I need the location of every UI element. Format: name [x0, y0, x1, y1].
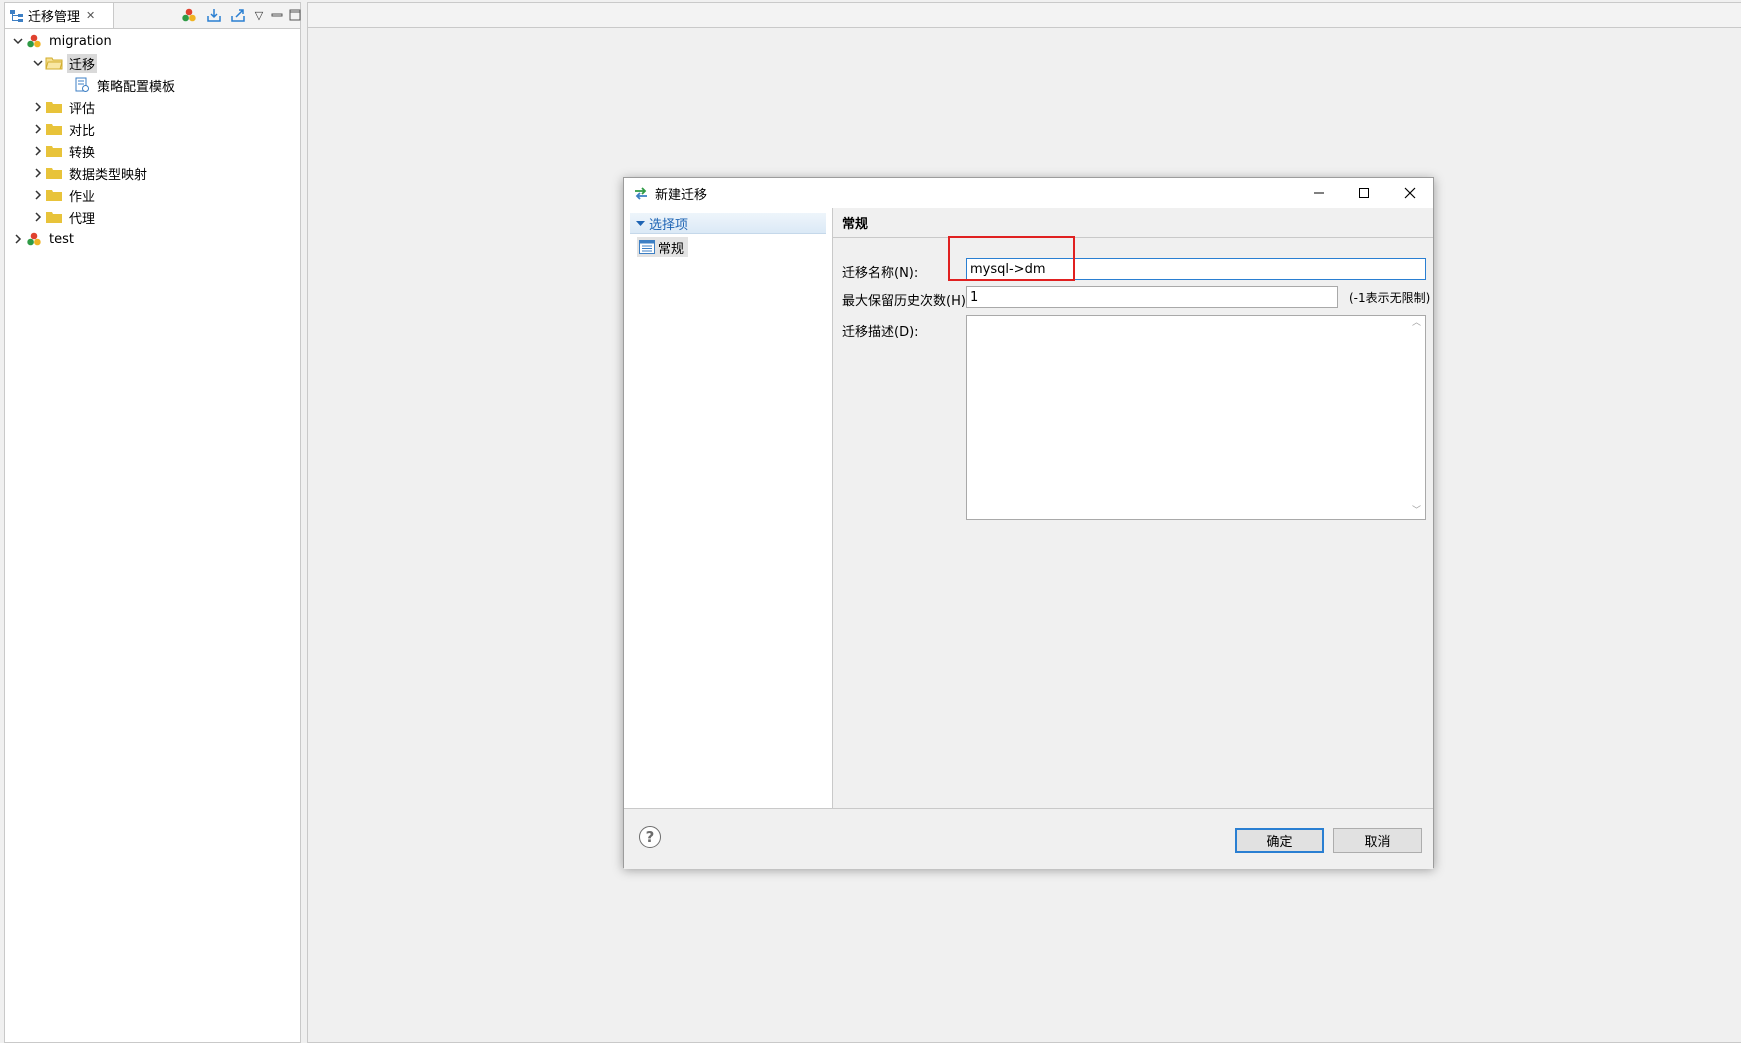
- chevron-down-icon[interactable]: [11, 34, 25, 48]
- tree-label: 迁移: [67, 53, 98, 73]
- new-migration-dialog: 新建迁移 选择项 常规 常规 迁移名称(N): mysql->dm 最大保留历史…: [623, 177, 1434, 869]
- chevron-right-icon[interactable]: [31, 100, 45, 114]
- maximize-icon[interactable]: [286, 6, 304, 24]
- migration-description-textarea[interactable]: [966, 315, 1426, 520]
- tree-node-convert[interactable]: 转换: [31, 141, 97, 161]
- view-tab[interactable]: 迁移管理 ✕: [5, 3, 114, 28]
- options-item-label: 常规: [658, 241, 685, 257]
- hierarchy-icon: [10, 9, 23, 22]
- options-item-general[interactable]: 常规: [637, 237, 689, 257]
- db-connection-icon: [25, 33, 43, 49]
- tree-label: 作业: [69, 189, 96, 205]
- property-sheet-icon: [639, 240, 655, 254]
- tree-label: test: [49, 231, 74, 247]
- window-close-button[interactable]: [1387, 178, 1433, 208]
- max-history-hint: (-1表示无限制): [1349, 291, 1431, 305]
- maximize-icon: [1359, 188, 1369, 198]
- view-toolbar: ▽: [175, 6, 301, 26]
- chevron-right-icon[interactable]: [11, 232, 25, 246]
- options-header-label: 选择项: [649, 217, 689, 233]
- tree-label: migration: [49, 33, 112, 49]
- tree-label: 对比: [69, 123, 96, 139]
- migration-description-label: 迁移描述(D):: [842, 325, 919, 340]
- tree-node-strategy-template[interactable]: 策略配置模板: [73, 75, 177, 95]
- section-title: 常规: [842, 217, 869, 232]
- tree-label: 代理: [69, 211, 96, 227]
- tree-label: 数据类型映射: [69, 167, 148, 183]
- tree-node-migration[interactable]: migration: [11, 31, 114, 51]
- tree-node-compare[interactable]: 对比: [31, 119, 97, 139]
- folder-icon: [45, 165, 63, 181]
- chevron-down-icon[interactable]: [31, 56, 45, 70]
- tree-node-test[interactable]: test: [11, 229, 76, 249]
- tree-node-assess[interactable]: 评估: [31, 97, 97, 117]
- migrate-icon: [635, 187, 647, 200]
- close-icon[interactable]: ✕: [86, 9, 95, 22]
- view-tab-title: 迁移管理: [28, 10, 81, 25]
- options-header[interactable]: 选择项: [630, 213, 826, 234]
- migration-management-view: 迁移管理 ✕ ▽ migration 迁移 策略配置模板 评估 对比 转换 数据…: [4, 2, 301, 1043]
- chevron-right-icon[interactable]: [31, 166, 45, 180]
- folder-icon: [45, 121, 63, 137]
- tree-node-datatype-mapping[interactable]: 数据类型映射: [31, 163, 149, 183]
- minimize-icon: [1314, 192, 1324, 194]
- dialog-footer: ? 确定 取消: [624, 808, 1433, 869]
- window-minimize-button[interactable]: [1296, 178, 1342, 208]
- dialog-titlebar[interactable]: 新建迁移: [624, 178, 1433, 208]
- scroll-up-icon[interactable]: ︿: [1411, 318, 1422, 329]
- import-icon[interactable]: [205, 6, 223, 24]
- tree-label: 转换: [69, 145, 96, 161]
- add-connection-icon[interactable]: [180, 6, 198, 24]
- folder-icon: [45, 143, 63, 159]
- section-header: 常规: [833, 208, 1433, 238]
- ok-button[interactable]: 确定: [1235, 828, 1324, 853]
- scroll-down-icon[interactable]: ﹀: [1411, 506, 1422, 517]
- editor-tab-bar: [308, 3, 1741, 28]
- tree-node-migration-folder[interactable]: 迁移: [31, 53, 98, 73]
- chevron-right-icon[interactable]: [31, 210, 45, 224]
- triangle-down-icon: [636, 220, 645, 226]
- general-settings-pane: 常规 迁移名称(N): 最大保留历史次数(H): (-1表示无限制) 迁移描述(…: [833, 208, 1433, 808]
- template-icon: [73, 77, 91, 93]
- migration-name-label: 迁移名称(N):: [842, 266, 919, 281]
- options-pane: 选择项 常规: [624, 208, 833, 808]
- cancel-button[interactable]: 取消: [1333, 828, 1422, 853]
- export-icon[interactable]: [229, 6, 247, 24]
- chevron-right-icon[interactable]: [31, 122, 45, 136]
- tree-label: 评估: [69, 101, 96, 117]
- description-scrollbar[interactable]: ︿ ﹀: [1408, 316, 1425, 519]
- db-connection-icon: [25, 231, 43, 247]
- tree-node-jobs[interactable]: 作业: [31, 185, 97, 205]
- view-menu-icon[interactable]: ▽: [250, 6, 268, 24]
- minimize-icon[interactable]: [268, 6, 286, 24]
- dialog-title: 新建迁移: [655, 187, 708, 203]
- tree-label: 策略配置模板: [97, 79, 176, 95]
- max-history-label: 最大保留历史次数(H):: [842, 294, 971, 309]
- folder-icon: [45, 187, 63, 203]
- folder-icon: [45, 209, 63, 225]
- close-icon: [1404, 187, 1416, 199]
- window-maximize-button[interactable]: [1341, 178, 1387, 208]
- tree-node-agent[interactable]: 代理: [31, 207, 97, 227]
- migration-name-input[interactable]: [966, 258, 1426, 280]
- view-tab-bar: 迁移管理 ✕ ▽: [5, 3, 301, 29]
- folder-open-icon: [45, 55, 63, 71]
- help-icon[interactable]: ?: [639, 826, 661, 848]
- folder-icon: [45, 99, 63, 115]
- max-history-input[interactable]: [966, 286, 1338, 308]
- chevron-right-icon[interactable]: [31, 188, 45, 202]
- chevron-right-icon[interactable]: [31, 144, 45, 158]
